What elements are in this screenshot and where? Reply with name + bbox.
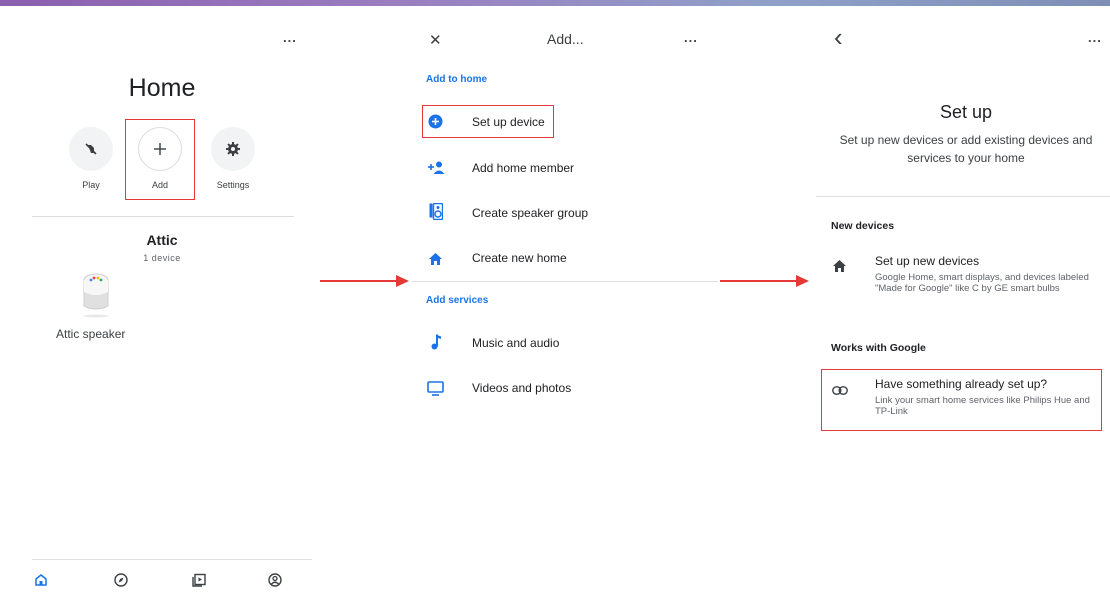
flow-arrow-1 bbox=[320, 275, 409, 287]
discover-compass-icon bbox=[114, 573, 128, 587]
gear-icon bbox=[226, 142, 240, 156]
attic-speaker-device[interactable] bbox=[80, 270, 112, 323]
account-icon bbox=[268, 573, 282, 587]
speaker-mute-icon bbox=[85, 143, 97, 155]
section-add-to-home: Add to home bbox=[426, 74, 488, 85]
tv-icon bbox=[427, 381, 444, 401]
page-title: Home bbox=[128, 74, 196, 102]
device-label: Attic speaker bbox=[56, 327, 126, 341]
bottom-nav-divider bbox=[32, 559, 312, 560]
item-description: Google Home, smart displays, and devices… bbox=[875, 272, 1089, 294]
divider bbox=[816, 196, 1110, 197]
item-title: Set up new devices bbox=[875, 254, 980, 268]
home-icon bbox=[429, 252, 442, 270]
settings-button[interactable] bbox=[211, 127, 255, 171]
more-options-button[interactable]: ... bbox=[283, 30, 297, 45]
menu-item-videos-and-photos[interactable]: Videos and photos bbox=[472, 381, 571, 395]
section-new-devices: New devices bbox=[831, 220, 895, 232]
nav-account[interactable] bbox=[268, 573, 282, 592]
section-works-with-google: Works with Google bbox=[831, 342, 926, 354]
highlight-add-box bbox=[125, 119, 195, 200]
close-button[interactable]: ✕ bbox=[429, 31, 442, 49]
nav-media[interactable] bbox=[192, 573, 206, 592]
home-icon bbox=[833, 259, 846, 277]
music-note-icon bbox=[431, 334, 441, 355]
room-name: Attic bbox=[146, 232, 178, 248]
google-home-speaker-icon bbox=[83, 273, 109, 318]
menu-item-create-speaker-group[interactable]: Create speaker group bbox=[472, 206, 588, 220]
top-color-band bbox=[0, 0, 1110, 6]
highlight-set-up-device-box bbox=[422, 105, 554, 138]
more-options-button[interactable]: ... bbox=[1088, 30, 1102, 45]
panel-title: Set up bbox=[939, 102, 993, 122]
play-label: Play bbox=[82, 180, 100, 190]
media-icon bbox=[192, 573, 206, 587]
menu-item-create-new-home[interactable]: Create new home bbox=[472, 251, 567, 265]
add-person-icon bbox=[427, 161, 445, 179]
panel-description: Set up new devices or add existing devic… bbox=[839, 133, 1093, 165]
menu-item-add-home-member[interactable]: Add home member bbox=[472, 161, 574, 175]
home-icon bbox=[35, 574, 47, 586]
divider bbox=[412, 281, 718, 282]
play-button[interactable] bbox=[69, 127, 113, 171]
flow-arrow-2 bbox=[720, 275, 809, 287]
nav-discover[interactable] bbox=[114, 573, 128, 592]
nav-home[interactable] bbox=[34, 573, 48, 592]
room-device-count: 1 device bbox=[143, 253, 181, 263]
highlight-link-service-box bbox=[821, 369, 1102, 431]
speaker-group-icon bbox=[429, 202, 444, 225]
more-options-button[interactable]: ... bbox=[684, 30, 698, 45]
settings-label: Settings bbox=[216, 180, 250, 190]
back-button[interactable]: ‹ bbox=[834, 22, 843, 52]
panel-title: Add... bbox=[547, 31, 584, 47]
section-add-services: Add services bbox=[426, 295, 489, 306]
divider bbox=[32, 216, 294, 217]
set-up-new-devices-item[interactable]: Set up new devices Google Home, smart di… bbox=[875, 254, 1100, 294]
menu-item-music-and-audio[interactable]: Music and audio bbox=[472, 336, 559, 350]
